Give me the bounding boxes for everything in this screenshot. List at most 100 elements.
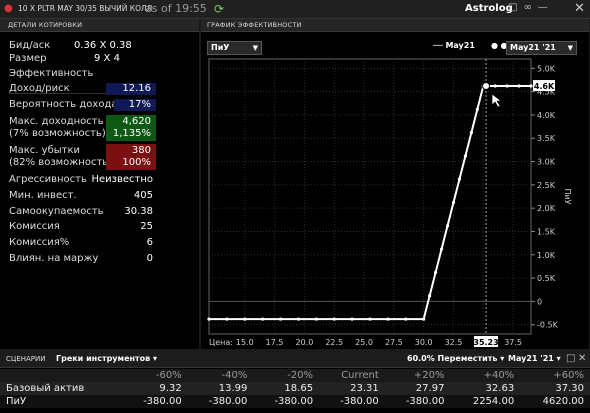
y-tick-label: 2.5K	[537, 181, 556, 190]
prob-label: Вероятность дохода	[9, 99, 118, 110]
prob-value: 17%	[128, 99, 151, 110]
data-point	[332, 317, 336, 321]
scenario-header-row: -60% -40% -20% Current +20% +40% +60%	[0, 369, 590, 382]
data-point	[368, 317, 372, 321]
scenario-table: -60% -40% -20% Current +20% +40% +60% Ба…	[0, 369, 590, 408]
chart-legend: ── May21	[433, 41, 475, 50]
date-dropdown[interactable]: May21 '21 ▼	[506, 41, 577, 55]
aggressiveness-label: Агрессивность	[9, 174, 87, 185]
table-cell: 27.97	[384, 382, 451, 395]
lock-icon[interactable]: □	[566, 353, 575, 364]
commission-row: Комиссия 25	[0, 220, 199, 236]
table-cell: -380.00	[384, 395, 451, 408]
data-point	[386, 317, 390, 321]
y-tick-label: 1.5K	[537, 227, 556, 236]
metric-dropdown[interactable]: ПиУ ▼	[207, 41, 262, 55]
chevron-down-icon: ▾	[153, 354, 158, 363]
commission-value: 25	[140, 221, 153, 232]
y-tick-label: 5.0K	[537, 64, 556, 73]
x-tick-label: 37.5	[504, 338, 522, 347]
efficiency-label: Эффективность	[9, 68, 94, 79]
bid-ask-value: 0.36 X 0.38	[74, 40, 132, 51]
table-cell: 13.99	[187, 382, 254, 395]
aggressiveness-row: Агрессивность Неизвестно	[0, 173, 199, 189]
close-icon[interactable]: ✕	[578, 353, 586, 364]
margin-impact-label: Влиян. на маржу	[9, 253, 99, 264]
max-loss-value: 380	[131, 145, 151, 156]
close-icon[interactable]: ✕	[574, 1, 585, 16]
scenario-col: +20%	[384, 369, 451, 382]
table-row: ПиУ -380.00 -380.00 -380.00 -380.00 -380…	[0, 395, 590, 408]
max-profit-ratio: 1,135%	[112, 128, 151, 139]
max-profit-sub: (7% возможность)	[9, 128, 106, 139]
value-tag: 4.6K	[534, 82, 555, 91]
performance-chart-panel: ГРАФИК ЭФФЕКТИВНОСТИ ПиУ ▼ ── May21 ● ● …	[201, 19, 589, 349]
scenarios-bar: СЦЕНАРИИ Греки инструментов ▾ 60.0% Пере…	[0, 353, 590, 368]
return-risk-value: 12.16	[122, 83, 151, 94]
y-tick-label: 3.5K	[537, 134, 556, 143]
table-cell: -380.00	[122, 395, 188, 408]
breakeven-label: Самоокупаемость	[9, 206, 104, 217]
x-axis-label: Цена:	[209, 338, 233, 347]
scenario-date-dropdown[interactable]: May21 '21 ▾	[508, 354, 561, 363]
scenarios-panel: СЦЕНАРИИ Греки инструментов ▾ 60.0% Пере…	[0, 353, 590, 413]
table-cell: -380.00	[187, 395, 254, 408]
greeks-dropdown[interactable]: Греки инструментов ▾	[56, 354, 157, 363]
max-profit-value: 4,620	[122, 116, 151, 127]
data-point	[207, 317, 211, 321]
move-dropdown[interactable]: 60.0% Переместить ▾	[407, 354, 504, 363]
price-tag: 35.23	[473, 338, 498, 347]
window-title: 10 X PLTR MAY 30/35 ВЫЧИЙ КОЛЛ	[18, 4, 153, 13]
max-loss-row: Макс. убытки (82% возможность) 380 100%	[0, 144, 199, 172]
x-tick-label: 17.5	[266, 338, 284, 347]
y-axis-label: ПиУ	[563, 188, 572, 204]
data-point	[428, 294, 432, 298]
move-dropdown-label: 60.0% Переместить	[407, 354, 498, 363]
link-icon[interactable]: ∞	[523, 2, 537, 13]
max-profit-label: Макс. доходность	[9, 116, 104, 127]
scenario-col: -60%	[122, 369, 188, 382]
chevron-down-icon: ▾	[556, 354, 561, 363]
y-tick-label: 0	[537, 297, 542, 306]
max-loss-ratio: 100%	[122, 157, 151, 168]
data-point	[404, 317, 408, 321]
commission-pct-value: 6	[146, 237, 153, 248]
y-tick-label: 2.0K	[537, 204, 556, 213]
minimize-icon[interactable]: —	[538, 2, 554, 13]
commission-pct-row: Комиссия% 6	[0, 236, 199, 252]
table-cell: 4620.00	[520, 395, 590, 408]
quote-details-panel: ДЕТАЛИ КОТИРОВКИ Бид/аск 0.36 X 0.38 Раз…	[0, 19, 199, 349]
size-row: Размер 9 X 4	[0, 52, 199, 68]
title-bar: ● 10 X PLTR MAY 30/35 ВЫЧИЙ КОЛЛ as of 1…	[0, 0, 590, 19]
size-value: 9 X 4	[94, 53, 120, 64]
table-cell: -380.00	[253, 395, 320, 408]
data-point	[463, 154, 468, 158]
data-point	[529, 84, 533, 88]
scenarios-header: СЦЕНАРИИ	[6, 355, 46, 363]
data-point	[493, 84, 497, 88]
pnl-chart[interactable]: 15.017.520.022.525.027.530.032.535.037.5…	[201, 55, 589, 349]
plot-area	[208, 58, 532, 335]
data-point	[469, 131, 473, 135]
legend-line-icon: ──	[433, 41, 443, 50]
x-tick-label: 30.0	[415, 338, 433, 347]
lock-icon[interactable]: □	[508, 2, 523, 13]
min-investment-value: 405	[133, 190, 153, 201]
refresh-icon[interactable]: ⟳	[214, 2, 224, 16]
data-point	[433, 270, 438, 275]
y-tick-label: 1.0K	[537, 251, 556, 260]
data-point	[451, 200, 456, 205]
x-tick-label: 27.5	[385, 338, 403, 347]
chevron-down-icon: ▼	[567, 44, 573, 52]
data-point	[278, 317, 283, 321]
scenario-col: -20%	[253, 369, 320, 382]
x-tick-label: 20.0	[296, 338, 314, 347]
data-point	[517, 84, 521, 88]
chevron-down-icon: ▾	[500, 354, 505, 363]
prob-row: Вероятность дохода 17%	[0, 98, 199, 114]
greeks-dropdown-label: Греки инструментов	[56, 354, 151, 363]
scenario-col: +60%	[520, 369, 590, 382]
data-point	[457, 177, 462, 181]
max-loss-label: Макс. убытки	[9, 145, 80, 156]
scenario-corner	[0, 369, 122, 382]
